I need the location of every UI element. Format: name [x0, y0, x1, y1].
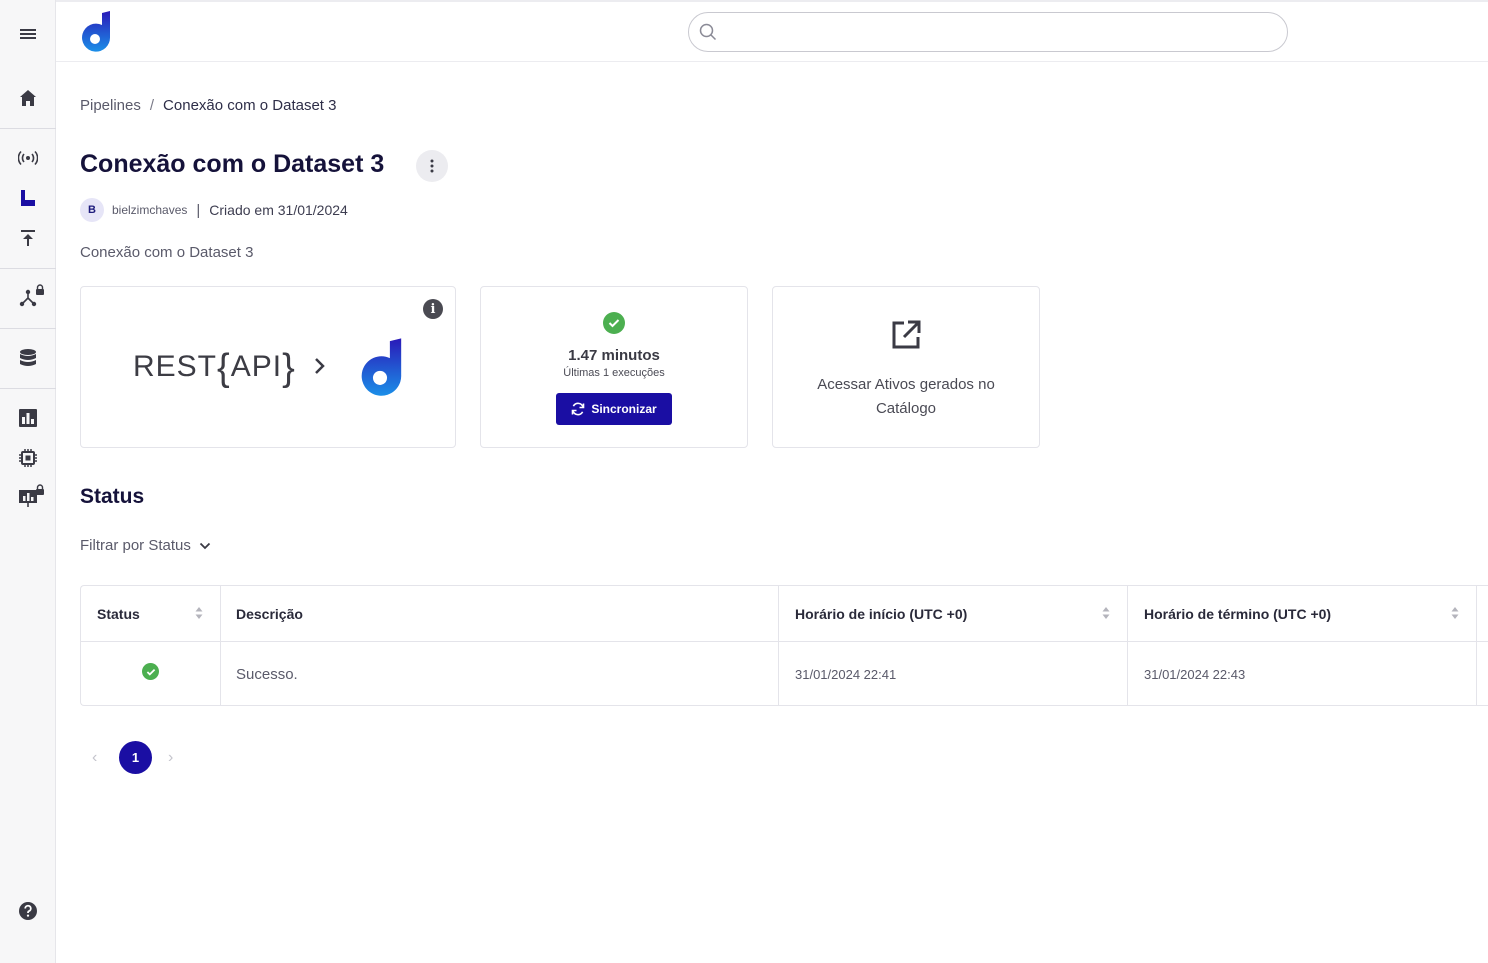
brace-open: { — [217, 347, 231, 389]
executions-label: Últimas 1 execuções — [563, 367, 665, 379]
breadcrumb-pipelines[interactable]: Pipelines — [80, 97, 141, 114]
graph-icon[interactable] — [0, 282, 56, 314]
column-header-label: Horário de início (UTC +0) — [795, 605, 968, 622]
sort-icon[interactable] — [194, 605, 204, 621]
sync-card: 1.47 minutos Últimas 1 execuções Sincron… — [480, 286, 748, 448]
column-header-label: Descrição — [236, 605, 303, 622]
info-icon[interactable]: i — [423, 299, 443, 319]
api-label: API — [230, 350, 283, 383]
pagination-next-button[interactable]: › — [168, 741, 173, 774]
status-filter-dropdown[interactable]: Filtrar por Status — [80, 537, 211, 554]
status-section-title: Status — [80, 485, 145, 508]
pagination-prev-button[interactable]: ‹ — [92, 741, 97, 774]
rest-api-logo: REST{API} — [133, 347, 296, 390]
catalog-card[interactable]: Acessar Ativos gerados no Catálogo — [772, 286, 1040, 448]
sort-icon[interactable] — [1450, 605, 1460, 621]
column-header-start-time[interactable]: Horário de início (UTC +0) — [779, 586, 1127, 641]
sidebar-divider — [0, 328, 56, 329]
sync-button-label: Sincronizar — [591, 402, 657, 416]
sidebar-divider — [0, 128, 56, 129]
sync-button[interactable]: Sincronizar — [556, 393, 672, 425]
database-icon[interactable] — [0, 342, 56, 374]
presentation-icon[interactable] — [0, 482, 56, 514]
avatar: B — [80, 198, 104, 222]
bar-chart-icon[interactable] — [0, 402, 56, 434]
column-header-label: Horário de término (UTC +0) — [1144, 605, 1332, 622]
pipeline-icon[interactable] — [0, 182, 56, 214]
column-header-end-time[interactable]: Horário de término (UTC +0) — [1128, 586, 1476, 641]
help-icon[interactable] — [0, 895, 56, 927]
breadcrumb-current: Conexão com o Dataset 3 — [163, 97, 337, 114]
top-bar — [56, 0, 1488, 62]
lock-icon — [35, 482, 45, 500]
status-table: Status Descrição Horário de início (UTC … — [80, 585, 1488, 706]
avg-duration: 1.47 minutos — [568, 347, 660, 364]
upload-icon[interactable] — [0, 222, 56, 254]
column-header-label: Status — [97, 605, 140, 622]
pagination-page-1[interactable]: 1 — [119, 741, 152, 774]
success-check-icon — [603, 312, 625, 334]
lock-icon — [35, 282, 45, 300]
page-title: Conexão com o Dataset 3 — [80, 150, 385, 178]
status-filter-label: Filtrar por Status — [80, 537, 191, 554]
sidebar-divider — [0, 268, 56, 269]
chevron-right-icon — [313, 357, 327, 380]
catalog-link-label: Acessar Ativos gerados no Catálogo — [817, 376, 995, 417]
meta-separator: | — [196, 201, 201, 219]
rest-label: REST — [133, 350, 218, 383]
sidebar — [0, 0, 56, 963]
breadcrumb: Pipelines / Conexão com o Dataset 3 — [80, 97, 336, 114]
app-logo[interactable] — [78, 11, 112, 58]
home-icon[interactable] — [0, 82, 56, 114]
column-header-description: Descrição — [220, 586, 778, 641]
search-input[interactable] — [688, 12, 1288, 52]
destination-logo — [356, 337, 404, 404]
chip-icon[interactable] — [0, 442, 56, 474]
brace-close: } — [282, 347, 296, 389]
refresh-icon — [572, 402, 585, 416]
chevron-down-icon — [199, 542, 211, 549]
pipeline-meta: B bielzimchaves | Criado em 31/01/2024 — [80, 198, 348, 222]
broadcast-icon[interactable] — [0, 142, 56, 174]
kebab-icon — [430, 159, 434, 173]
sort-icon[interactable] — [1101, 605, 1111, 621]
breadcrumb-separator: / — [149, 97, 155, 114]
created-date: Criado em 31/01/2024 — [209, 202, 348, 218]
search-icon — [699, 23, 717, 41]
column-divider — [1476, 586, 1477, 706]
connection-card: i REST{API} — [80, 286, 456, 448]
pipeline-description: Conexão com o Dataset 3 — [80, 244, 254, 261]
row-end-time: 31/01/2024 22:43 — [1144, 666, 1246, 682]
owner-username: bielzimchaves — [112, 203, 188, 217]
success-check-icon — [142, 663, 159, 680]
row-description: Sucesso. — [236, 665, 298, 683]
row-start-time: 31/01/2024 22:41 — [795, 666, 897, 682]
external-link-icon — [890, 319, 922, 356]
more-options-button[interactable] — [416, 150, 448, 182]
sidebar-divider — [0, 388, 56, 389]
menu-icon[interactable] — [0, 18, 56, 50]
